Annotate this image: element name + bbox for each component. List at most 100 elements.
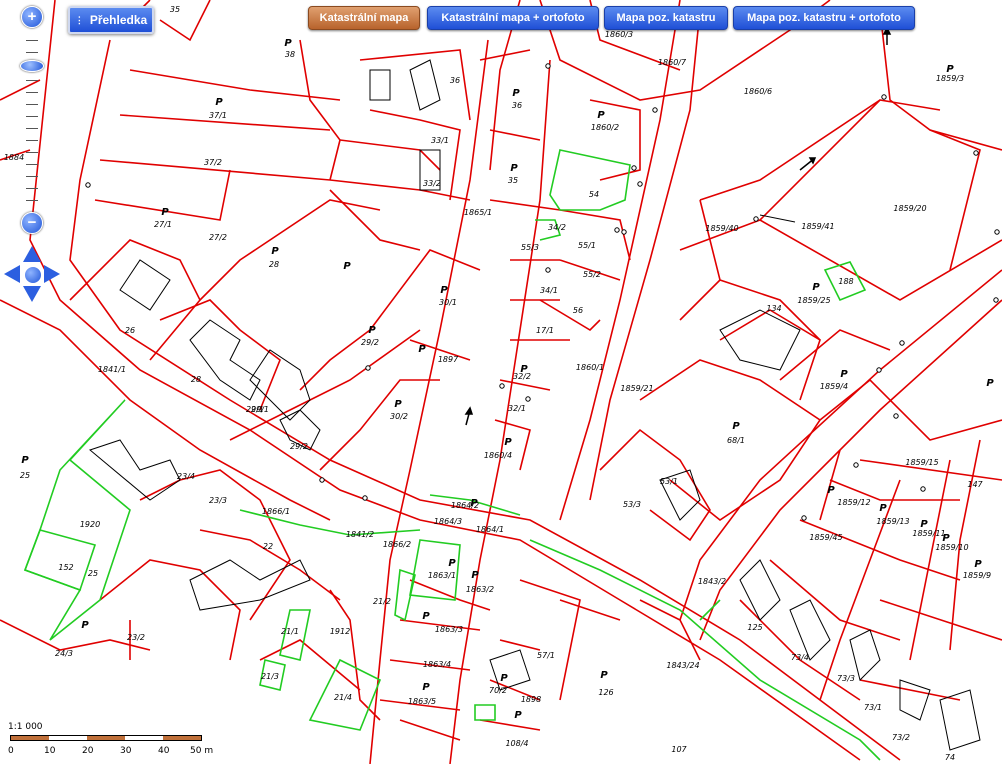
parcel-label[interactable]: 28 — [269, 260, 279, 269]
pan-center-icon[interactable] — [24, 266, 42, 284]
parcel-label[interactable]: 1864/1 — [476, 525, 504, 534]
parcel-label[interactable]: 21/4 — [334, 693, 352, 702]
parcel-label[interactable]: 70/2 — [489, 686, 507, 695]
parcel-label[interactable]: 32/1 — [508, 404, 526, 413]
parcel-label[interactable]: 36 — [512, 101, 522, 110]
parcel-label[interactable]: 1843/2 — [698, 577, 726, 586]
map-mode-land-register-ortho-button[interactable]: Mapa poz. katastru + ortofoto — [733, 6, 915, 30]
parcel-label[interactable]: 1859/40 — [705, 224, 738, 233]
parcel-label[interactable]: 27/2 — [209, 233, 227, 242]
parcel-label[interactable]: 68/1 — [727, 436, 745, 445]
parcel-label[interactable]: 54 — [589, 190, 599, 199]
pan-down-icon[interactable] — [23, 286, 41, 302]
map-mode-land-register-button[interactable]: Mapa poz. katastru — [604, 6, 728, 30]
cadastral-map[interactable]: 35 38 37/1 37/2 27/1 27/2 28 26 29/1 29/2 28 29/1 29… — [0, 0, 1002, 765]
parcel-label[interactable]: 57/1 — [537, 651, 555, 660]
parcel-label[interactable]: 152 — [58, 563, 73, 572]
parcel-label[interactable]: 1841/1 — [98, 365, 126, 374]
parcel-label[interactable]: 126 — [598, 688, 613, 697]
parcel-label[interactable]: 73/4 — [791, 653, 809, 662]
parcel-label[interactable]: 188 — [838, 277, 853, 286]
parcel-label[interactable]: 33/1 — [431, 136, 449, 145]
parcel-label[interactable]: 134 — [766, 304, 781, 313]
parcel-label[interactable]: 1860/1 — [576, 363, 604, 372]
parcel-label[interactable]: 1865/1 — [464, 208, 492, 217]
parcel-label[interactable]: 25 — [20, 471, 30, 480]
parcel-label[interactable]: 56 — [573, 306, 583, 315]
parcel-label[interactable]: 21/3 — [261, 672, 279, 681]
zoom-in-button[interactable]: + — [21, 6, 43, 28]
parcel-label[interactable]: 125 — [747, 623, 762, 632]
parcel-label[interactable]: 1860/6 — [744, 87, 772, 96]
pan-up-icon[interactable] — [23, 246, 41, 262]
parcel-label[interactable]: 22 — [263, 542, 273, 551]
parcel-label[interactable]: 23/3 — [209, 496, 227, 505]
parcel-label[interactable]: 1866/2 — [383, 540, 411, 549]
parcel-label[interactable]: 1860/3 — [605, 30, 633, 39]
parcel-label[interactable]: 1863/5 — [408, 697, 436, 706]
parcel-label[interactable]: 34/1 — [540, 286, 558, 295]
parcel-label[interactable]: 1859/12 — [837, 498, 870, 507]
pan-right-icon[interactable] — [44, 265, 60, 283]
parcel-label[interactable]: 24/3 — [55, 649, 73, 658]
parcel-label[interactable]: 1860/7 — [658, 58, 687, 67]
parcel-label[interactable]: 29/1 — [246, 405, 264, 414]
parcel-label[interactable]: 1898 — [521, 695, 541, 704]
parcel-label[interactable]: 1863/2 — [466, 585, 494, 594]
parcel-label[interactable]: 53/3 — [623, 500, 641, 509]
parcel-label[interactable]: 1866/1 — [262, 507, 290, 516]
parcel-label[interactable]: 1841/2 — [346, 530, 374, 539]
pan-left-icon[interactable] — [4, 265, 20, 283]
parcel-label[interactable]: 17/1 — [536, 326, 554, 335]
parcel-label[interactable]: 1859/20 — [893, 204, 926, 213]
parcel-label[interactable]: 34/2 — [548, 223, 566, 232]
parcel-label[interactable]: 55/3 — [521, 243, 539, 252]
parcel-label[interactable]: 73/3 — [837, 674, 855, 683]
parcel-label[interactable]: 23/4 — [177, 472, 195, 481]
parcel-label[interactable]: 1863/3 — [435, 625, 463, 634]
parcel-label[interactable]: 37/2 — [204, 158, 222, 167]
pan-control[interactable] — [4, 246, 60, 302]
parcel-label[interactable]: 28 — [191, 375, 201, 384]
parcel-label[interactable]: 1843/24 — [666, 661, 699, 670]
map-canvas[interactable]: 353837/137/227/127/2282629/129/22829/129… — [0, 0, 1002, 765]
parcel-label[interactable]: 1859/3 — [936, 74, 964, 83]
parcel-label[interactable]: 30/2 — [390, 412, 408, 421]
parcel-label[interactable]: 1859/9 — [963, 571, 991, 580]
parcel-label[interactable]: 30/1 — [439, 298, 457, 307]
parcel-label[interactable]: 1860/2 — [591, 123, 619, 132]
parcel-label[interactable]: 36 — [450, 76, 460, 85]
parcel-label[interactable]: 73/2 — [892, 733, 910, 742]
parcel-label[interactable]: 108/4 — [505, 739, 528, 748]
parcel-label[interactable]: 38 — [285, 50, 295, 59]
parcel-label[interactable]: 147 — [967, 480, 983, 489]
parcel-label[interactable]: 25 — [88, 569, 98, 578]
parcel-label[interactable]: 1859/10 — [935, 543, 968, 552]
parcel-label[interactable]: 1859/21 — [620, 384, 653, 393]
parcel-label[interactable]: 29/2 — [290, 442, 308, 451]
parcel-label[interactable]: 1859/45 — [809, 533, 842, 542]
zoom-bar[interactable]: + − — [18, 6, 46, 236]
parcel-label[interactable]: 1864/3 — [434, 517, 462, 526]
parcel-label[interactable]: 26 — [125, 326, 135, 335]
parcel-label[interactable]: 74 — [945, 753, 955, 762]
parcel-label[interactable]: 55/1 — [578, 241, 596, 250]
parcel-label[interactable]: 107 — [671, 745, 687, 754]
parcel-label[interactable]: 33/2 — [423, 179, 441, 188]
parcel-label[interactable]: 1863/4 — [423, 660, 451, 669]
parcel-label[interactable]: 1860/4 — [484, 451, 512, 460]
parcel-label[interactable]: 1859/11 — [912, 529, 945, 538]
parcel-label[interactable]: 1859/41 — [801, 222, 834, 231]
parcel-label[interactable]: 35 — [508, 176, 518, 185]
map-mode-cadastral-button[interactable]: Katastrální mapa — [308, 6, 420, 30]
parcel-label[interactable]: 37/1 — [209, 111, 227, 120]
parcel-label[interactable]: 53/1 — [660, 477, 678, 486]
map-mode-cadastral-ortho-button[interactable]: Katastrální mapa + ortofoto — [427, 6, 599, 30]
parcel-label[interactable]: 1863/1 — [428, 571, 456, 580]
zoom-out-button[interactable]: − — [21, 212, 43, 234]
zoom-slider-handle[interactable] — [20, 60, 44, 72]
parcel-label[interactable]: 29/2 — [361, 338, 379, 347]
parcel-label[interactable]: 21/2 — [373, 597, 391, 606]
parcel-label[interactable]: 21/1 — [281, 627, 299, 636]
parcel-label[interactable]: 1859/15 — [905, 458, 938, 467]
